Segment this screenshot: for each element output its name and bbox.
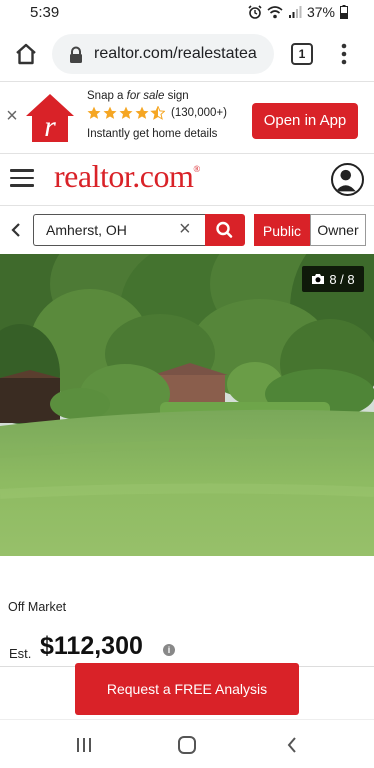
url-text: realtor.com/realestatea: [94, 45, 257, 62]
close-icon[interactable]: ×: [4, 106, 20, 126]
info-icon[interactable]: i: [163, 644, 175, 656]
battery-percent: 37%: [306, 4, 335, 20]
status-icons: 37%: [248, 4, 348, 20]
app-rating: (130,000+): [87, 106, 227, 120]
photo-counter[interactable]: 8 / 8: [302, 266, 364, 292]
search-icon: [216, 221, 233, 238]
banner-snap-text: Snap a for sale sign: [87, 90, 189, 102]
alarm-icon: [248, 5, 262, 19]
banner-tagline: Instantly get home details: [87, 128, 218, 140]
camera-icon: [312, 274, 325, 284]
realtor-app-logo: r: [26, 94, 74, 143]
toggle-owner[interactable]: Owner: [310, 214, 366, 246]
search-row: Amherst, OH × Public Owner: [0, 206, 374, 254]
cta-bar: Request a FREE Analysis: [0, 663, 374, 719]
request-free-analysis-button[interactable]: Request a FREE Analysis: [75, 663, 299, 715]
tab-switcher-button[interactable]: 1: [291, 43, 313, 65]
browser-toolbar: realtor.com/realestatea 1: [0, 26, 374, 82]
lock-icon: [70, 46, 82, 63]
rating-stars-icon: [87, 106, 165, 120]
property-photo-image: [0, 254, 374, 556]
recent-apps-icon[interactable]: [76, 738, 92, 752]
back-nav-icon[interactable]: [286, 736, 298, 754]
home-nav-icon[interactable]: [178, 736, 196, 754]
photo-counter-text: 8 / 8: [329, 271, 355, 287]
property-photo[interactable]: 8 / 8: [0, 254, 374, 556]
more-options-icon[interactable]: [336, 42, 352, 66]
wifi-icon: [267, 6, 283, 19]
chevron-left-icon[interactable]: [9, 222, 23, 238]
site-header: realtor.com®: [0, 154, 374, 206]
signal-icon: [288, 6, 302, 18]
user-account-icon[interactable]: [331, 163, 364, 196]
battery-icon: [340, 5, 348, 19]
hamburger-menu-icon[interactable]: [10, 169, 34, 189]
system-navigation-bar: [0, 719, 374, 768]
listing-status: Off Market: [8, 600, 67, 614]
app-install-banner: × r Snap a for sale sign (130,000+) Inst…: [0, 82, 374, 154]
svg-text:r: r: [44, 110, 56, 143]
clear-search-icon[interactable]: ×: [179, 218, 191, 241]
status-bar: 5:39 37%: [0, 0, 374, 26]
toggle-public[interactable]: Public: [254, 214, 310, 246]
listing-details: Off Market Est. $112,300 i: [0, 556, 374, 666]
search-input[interactable]: Amherst, OH ×: [33, 214, 205, 246]
home-icon[interactable]: [12, 40, 40, 68]
search-input-value: Amherst, OH: [46, 222, 127, 238]
realtor-logo[interactable]: realtor.com®: [54, 158, 200, 195]
estimate-label: Est.: [9, 646, 32, 661]
status-time: 5:39: [30, 4, 60, 21]
estimated-price: $112,300: [40, 632, 143, 660]
open-in-app-button[interactable]: Open in App: [252, 103, 358, 139]
search-button[interactable]: [205, 214, 245, 246]
rating-count: (130,000+): [171, 107, 227, 119]
address-bar[interactable]: realtor.com/realestatea: [52, 34, 274, 74]
